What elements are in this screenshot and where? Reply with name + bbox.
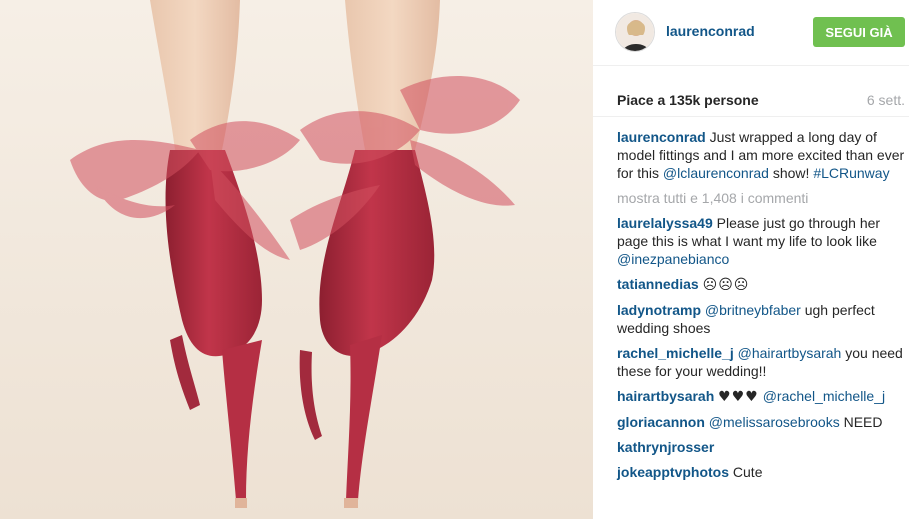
comment-item: hairartbysarah ♥♥♥ @rachel_michelle_j: [617, 387, 907, 406]
comment-username[interactable]: jokeapptvphotos: [617, 464, 729, 480]
comment-item: kathrynjrosser: [617, 438, 907, 456]
comment-item: laurelalyssa49 Please just go through he…: [617, 214, 907, 268]
comment-text: NEED: [843, 414, 883, 430]
likes-count[interactable]: Piace a 135k persone: [617, 92, 759, 108]
comment-username[interactable]: laurelalyssa49: [617, 215, 713, 231]
comment-item: ladynotramp @britneybfaber ugh perfect w…: [617, 301, 907, 337]
following-button[interactable]: SEGUI GIÀ: [813, 17, 905, 47]
comment-item: rachel_michelle_j @hairartbysarah you ne…: [617, 344, 907, 380]
caption-hashtag[interactable]: #LCRunway: [813, 165, 889, 181]
post-timestamp[interactable]: 6 sett.: [867, 92, 905, 108]
comments-list: laurenconrad Just wrapped a long day of …: [617, 128, 907, 488]
avatar[interactable]: [615, 12, 655, 52]
caption-username[interactable]: laurenconrad: [617, 129, 706, 145]
post-author-username[interactable]: laurenconrad: [666, 23, 755, 39]
comment-mention[interactable]: @rachel_michelle_j: [763, 388, 885, 404]
caption-text-after: show!: [772, 165, 810, 181]
comment-username[interactable]: gloriacannon: [617, 414, 705, 430]
caption-mention[interactable]: @lclaurenconrad: [663, 165, 769, 181]
comment-mention[interactable]: @inezpanebianco: [617, 251, 729, 267]
profile-photo-icon: [616, 13, 654, 51]
scroll-fade: [593, 513, 909, 519]
comment-username[interactable]: rachel_michelle_j: [617, 345, 734, 361]
comment-item: jokeapptvphotos Cute: [617, 463, 907, 481]
view-all-comments-link[interactable]: mostra tutti e 1,408 i commenti: [617, 189, 907, 207]
comment-item: gloriacannon @melissarosebrooks NEED: [617, 413, 907, 431]
comment-username[interactable]: hairartbysarah: [617, 388, 714, 404]
comment-item: tatiannedias ☹☹☹: [617, 275, 907, 294]
comment-username[interactable]: kathrynjrosser: [617, 439, 714, 455]
sad-face-emoji-icon: ☹☹☹: [702, 277, 750, 293]
comment-mention[interactable]: @melissarosebrooks: [709, 414, 840, 430]
likes-row: Piace a 135k persone 6 sett.: [593, 66, 909, 117]
comment-mention[interactable]: @hairartbysarah: [738, 345, 842, 361]
red-heels-photo: [0, 0, 593, 519]
comment-mention[interactable]: @britneybfaber: [705, 302, 801, 318]
comment-text: Cute: [732, 464, 763, 480]
post-header: laurenconrad SEGUI GIÀ: [593, 0, 909, 66]
post-photo[interactable]: [0, 0, 593, 519]
hearts-emoji-icon: ♥♥♥: [718, 389, 759, 405]
post-side-panel: laurenconrad SEGUI GIÀ Piace a 135k pers…: [593, 0, 909, 519]
comment-username[interactable]: ladynotramp: [617, 302, 701, 318]
post-caption: laurenconrad Just wrapped a long day of …: [617, 128, 907, 182]
comment-username[interactable]: tatiannedias: [617, 276, 699, 292]
